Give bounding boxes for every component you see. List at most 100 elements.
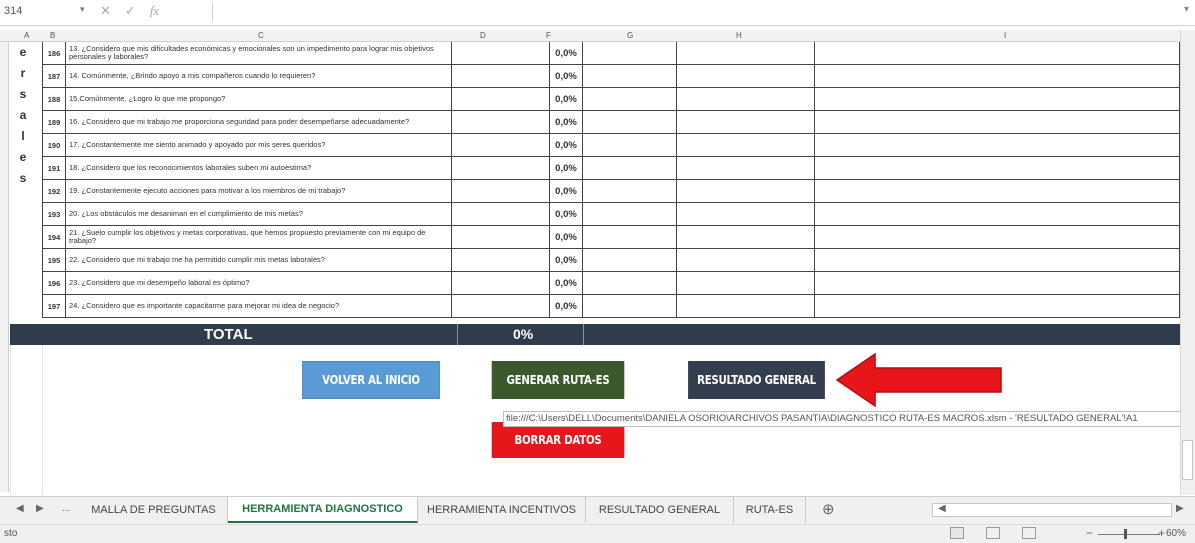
page-layout-view-icon[interactable] [986, 527, 1000, 539]
row-number[interactable]: 192 [42, 180, 66, 203]
cell-d[interactable] [452, 295, 550, 318]
question-text[interactable]: 14. Comúnmente, ¿Brindo apoyo a mis comp… [66, 65, 452, 88]
cell-i[interactable] [815, 226, 1180, 249]
cell-h[interactable] [677, 249, 815, 272]
cell-h[interactable] [677, 111, 815, 134]
question-text[interactable]: 20. ¿Los obstáculos me desaniman en el c… [66, 203, 452, 226]
question-text[interactable]: 22. ¿Considero que mi trabajo me ha perm… [66, 249, 452, 272]
cell-d[interactable] [452, 157, 550, 180]
cell-i[interactable] [815, 295, 1180, 318]
cell-h[interactable] [677, 180, 815, 203]
generate-route-button[interactable]: GENERAR RUTA-ES [491, 361, 625, 399]
row-number[interactable]: 186 [42, 42, 66, 65]
hscroll-left-icon[interactable]: ◀ [938, 503, 946, 514]
percentage-value[interactable]: 0,0% [550, 226, 583, 249]
add-sheet-icon[interactable]: ⊕ [822, 500, 835, 518]
insert-function-icon[interactable]: fx [150, 3, 159, 19]
row-number[interactable]: 189 [42, 111, 66, 134]
cell-d[interactable] [452, 42, 550, 65]
cell-g[interactable] [583, 111, 677, 134]
tab-herramienta-incentivos[interactable]: HERRAMIENTA INCENTIVOS [418, 497, 586, 523]
percentage-value[interactable]: 0,0% [550, 249, 583, 272]
cell-h[interactable] [677, 203, 815, 226]
percentage-value[interactable]: 0,0% [550, 65, 583, 88]
formula-input[interactable] [212, 3, 213, 21]
percentage-value[interactable]: 0,0% [550, 88, 583, 111]
row-number[interactable]: 190 [42, 134, 66, 157]
column-header-a[interactable]: A [24, 31, 29, 40]
cell-i[interactable] [815, 134, 1180, 157]
question-text[interactable]: 23. ¿Considero que mi desempeño laboral … [66, 272, 452, 295]
clear-data-button[interactable]: BORRAR DATOS [491, 422, 625, 458]
cell-i[interactable] [815, 272, 1180, 295]
column-header-c[interactable]: C [258, 31, 264, 40]
vertical-scrollbar[interactable] [1180, 30, 1195, 495]
cell-d[interactable] [452, 226, 550, 249]
cell-h[interactable] [677, 88, 815, 111]
percentage-value[interactable]: 0,0% [550, 42, 583, 65]
column-header-d[interactable]: D [480, 31, 486, 40]
percentage-value[interactable]: 0,0% [550, 272, 583, 295]
column-header-f[interactable]: F [546, 31, 551, 40]
cell-h[interactable] [677, 42, 815, 65]
percentage-value[interactable]: 0,0% [550, 203, 583, 226]
cell-h[interactable] [677, 295, 815, 318]
cell-h[interactable] [677, 134, 815, 157]
percentage-value[interactable]: 0,0% [550, 134, 583, 157]
tab-malla-de-preguntas[interactable]: MALLA DE PREGUNTAS [80, 497, 228, 523]
percentage-value[interactable]: 0,0% [550, 295, 583, 318]
question-text[interactable]: 18. ¿Considero que los reconocimientos l… [66, 157, 452, 180]
cell-d[interactable] [452, 203, 550, 226]
more-tabs-button[interactable]: ... [62, 503, 70, 514]
row-number[interactable]: 193 [42, 203, 66, 226]
enter-icon[interactable]: ✓ [125, 3, 136, 19]
cell-i[interactable] [815, 180, 1180, 203]
cell-d[interactable] [452, 88, 550, 111]
question-text[interactable]: 24. ¿Considero que es importante capacit… [66, 295, 452, 318]
row-headers[interactable] [0, 42, 9, 492]
cell-i[interactable] [815, 42, 1180, 65]
cell-d[interactable] [452, 180, 550, 203]
cell-i[interactable] [815, 88, 1180, 111]
cell-g[interactable] [583, 42, 677, 65]
cell-d[interactable] [452, 272, 550, 295]
question-text[interactable]: 16. ¿Considero que mi trabajo me proporc… [66, 111, 452, 134]
back-to-start-button[interactable]: VOLVER AL INICIO [302, 361, 440, 399]
scrollbar-thumb[interactable] [1182, 440, 1193, 480]
cancel-icon[interactable]: ✕ [100, 3, 111, 19]
row-number[interactable]: 187 [42, 65, 66, 88]
name-box[interactable]: 314 [4, 5, 64, 17]
cell-h[interactable] [677, 157, 815, 180]
cell-g[interactable] [583, 88, 677, 111]
normal-view-icon[interactable] [950, 527, 964, 539]
cell-d[interactable] [452, 249, 550, 272]
question-text[interactable]: 15.Comúnmente, ¿Logro lo que me propongo… [66, 88, 452, 111]
row-number[interactable]: 194 [42, 226, 66, 249]
tab-scroll-right-icon[interactable]: ▶ [36, 503, 44, 514]
cell-i[interactable] [815, 157, 1180, 180]
cell-g[interactable] [583, 157, 677, 180]
cell-g[interactable] [583, 226, 677, 249]
column-header-h[interactable]: H [736, 31, 742, 40]
row-number[interactable]: 197 [42, 295, 66, 318]
cell-d[interactable] [452, 111, 550, 134]
cell-g[interactable] [583, 134, 677, 157]
cell-h[interactable] [677, 65, 815, 88]
cell-g[interactable] [583, 180, 677, 203]
question-text[interactable]: 21. ¿Suelo cumplir los objetivos y metas… [66, 226, 452, 249]
cell-i[interactable] [815, 111, 1180, 134]
cell-g[interactable] [583, 65, 677, 88]
cell-i[interactable] [815, 203, 1180, 226]
zoom-out-icon[interactable]: − [1086, 526, 1093, 540]
zoom-level[interactable]: 60% [1166, 528, 1186, 539]
row-number[interactable]: 188 [42, 88, 66, 111]
percentage-value[interactable]: 0,0% [550, 111, 583, 134]
name-box-dropdown-icon[interactable]: ▾ [80, 4, 85, 15]
cell-g[interactable] [583, 295, 677, 318]
zoom-in-icon[interactable]: + [1158, 526, 1165, 540]
question-text[interactable]: 19. ¿Constantemente ejecuto acciones par… [66, 180, 452, 203]
cell-i[interactable] [815, 65, 1180, 88]
row-number[interactable]: 196 [42, 272, 66, 295]
cell-g[interactable] [583, 203, 677, 226]
tab-resultado-general[interactable]: RESULTADO GENERAL [586, 497, 734, 523]
